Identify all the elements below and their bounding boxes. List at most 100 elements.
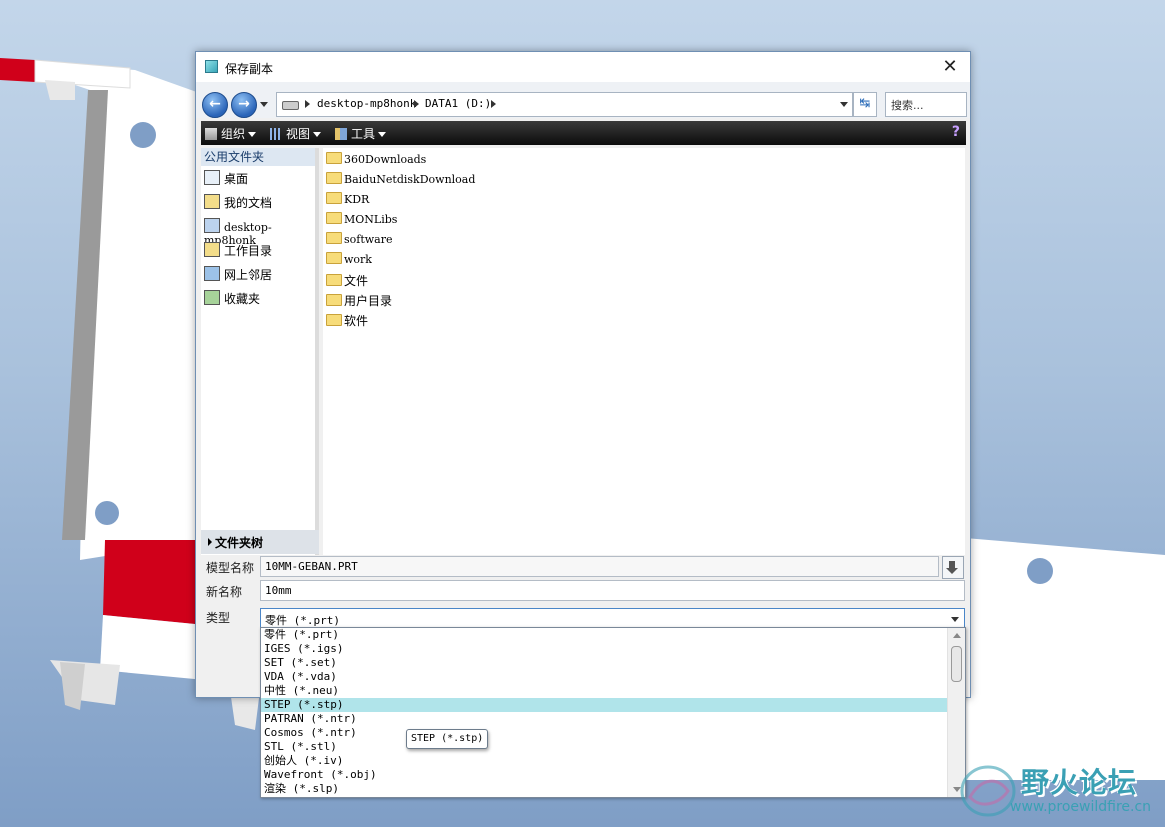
folder-icon [326, 314, 342, 326]
views-menu[interactable]: 视图 [270, 125, 322, 142]
organize-icon [205, 128, 217, 140]
chevron-right-icon [414, 100, 419, 108]
folder-icon [326, 192, 342, 204]
search-input[interactable]: 搜索... [885, 92, 967, 117]
type-dropdown-list: 零件 (*.prt) IGES (*.igs) SET (*.set) VDA … [260, 627, 966, 798]
type-option[interactable]: IGES (*.igs) [261, 642, 948, 656]
forward-arrow-icon[interactable]: → [231, 92, 257, 118]
dialog-titlebar: 保存副本 ✕ [196, 52, 970, 82]
chevron-down-icon [248, 132, 257, 137]
folder-item[interactable]: work [326, 252, 372, 266]
type-select-value: 零件 (*.prt) [265, 614, 340, 627]
folder-icon [326, 252, 342, 264]
sidebar-scrollbar[interactable] [315, 148, 319, 555]
folder-item[interactable]: 360Downloads [326, 152, 426, 166]
address-bar[interactable]: desktop-mp8honk DATA1 (D:) [276, 92, 853, 117]
new-name-input[interactable]: 10mm [260, 580, 965, 601]
breadcrumb-drive[interactable]: DATA1 (D:) [425, 97, 491, 110]
watermark-title: 野火论坛 [1021, 766, 1138, 799]
views-label: 视图 [286, 127, 311, 141]
sidebar-item-working-dir[interactable]: 工作目录 [204, 242, 272, 259]
type-option-selected[interactable]: STEP (*.stp) [261, 698, 948, 712]
chevron-down-icon [313, 132, 322, 137]
type-option[interactable]: 创始人 (*.iv) [261, 754, 948, 768]
organize-label: 组织 [221, 127, 246, 141]
folder-item[interactable]: KDR [326, 192, 369, 206]
type-option[interactable]: 零件 (*.prt) [261, 628, 948, 642]
folder-name: work [344, 253, 372, 266]
type-option[interactable]: PATRAN (*.ntr) [261, 712, 948, 726]
folder-name: 360Downloads [344, 153, 427, 166]
folder-tree-label: 文件夹树 [215, 536, 264, 550]
scroll-up-icon[interactable] [953, 633, 961, 638]
type-option[interactable]: Wavefront (*.obj) [261, 768, 948, 782]
working-dir-icon [204, 242, 220, 257]
folder-name: BaiduNetdiskDownload [344, 173, 476, 186]
new-name-label: 新名称 [206, 585, 243, 599]
tooltip-text: STEP (*.stp) [411, 733, 484, 744]
tools-icon [335, 128, 347, 140]
new-name-value: 10mm [265, 584, 292, 597]
chevron-down-icon[interactable] [840, 102, 848, 107]
help-icon[interactable]: ? [952, 124, 960, 140]
close-icon[interactable]: ✕ [938, 55, 962, 79]
back-arrow-icon[interactable]: ← [202, 92, 228, 118]
sidebar-item-label: 我的文档 [224, 196, 273, 210]
sidebar-item-label: 工作目录 [224, 244, 273, 258]
folder-item[interactable]: software [326, 232, 393, 246]
search-placeholder: 搜索... [891, 99, 924, 112]
folder-name: KDR [344, 193, 370, 206]
sidebar-item-favorites[interactable]: 收藏夹 [204, 290, 260, 307]
chevron-right-icon [491, 100, 496, 108]
folder-item[interactable]: MONLibs [326, 212, 397, 226]
folder-name: 软件 [344, 314, 369, 328]
file-list: 360Downloads BaiduNetdiskDownload KDR MO… [323, 148, 965, 555]
chevron-down-icon [951, 617, 959, 622]
folder-icon [326, 152, 342, 164]
sidebar-item-desktop[interactable]: 桌面 [204, 170, 248, 187]
scroll-thumb[interactable] [951, 646, 962, 682]
type-option[interactable]: Cosmos (*.ntr) [261, 726, 948, 740]
network-icon [204, 266, 220, 281]
model-name-field: 10MM-GEBAN.PRT [260, 556, 939, 577]
folder-item[interactable]: 用户目录 [326, 292, 392, 309]
type-option[interactable]: 渲染 (*.slp) [261, 782, 948, 796]
history-dropdown-icon[interactable] [260, 102, 268, 107]
folder-icon [326, 212, 342, 224]
sidebar-item-documents[interactable]: 我的文档 [204, 194, 272, 211]
type-option[interactable]: 中性 (*.neu) [261, 684, 948, 698]
folder-item[interactable]: BaiduNetdiskDownload [326, 172, 475, 186]
common-folders-panel: 公用文件夹 桌面 我的文档 desktop-mp8honk 工作目录 网上邻居 … [201, 148, 319, 555]
organize-menu[interactable]: 组织 [205, 125, 257, 142]
breadcrumb-computer[interactable]: desktop-mp8honk [317, 97, 416, 110]
favorites-icon [204, 290, 220, 305]
folder-name: software [344, 233, 393, 246]
chevron-down-icon [378, 132, 387, 137]
sidebar-item-label: 网上邻居 [224, 268, 273, 282]
chevron-right-icon [208, 538, 212, 546]
dialog-toolbar: 组织 视图 工具 ? [201, 121, 966, 145]
folder-item[interactable]: 文件 [326, 272, 368, 289]
common-folders-header: 公用文件夹 [201, 148, 319, 166]
desktop-icon [204, 170, 220, 185]
folder-tree-toggle[interactable]: 文件夹树 [201, 530, 319, 554]
type-option[interactable]: STL (*.stl) [261, 740, 948, 754]
folder-item[interactable]: 软件 [326, 312, 368, 329]
navigation-bar: ← → desktop-mp8honk DATA1 (D:) ↹ 搜索... [196, 82, 970, 118]
tools-menu[interactable]: 工具 [335, 125, 387, 142]
views-icon [270, 128, 282, 140]
refresh-icon[interactable]: ↹ [853, 92, 877, 117]
folder-icon [326, 232, 342, 244]
type-option[interactable]: SET (*.set) [261, 656, 948, 670]
app-icon [205, 60, 218, 73]
tools-label: 工具 [351, 127, 376, 141]
watermark: 野火论坛 www.proewildfire.cn [958, 755, 1165, 827]
computer-icon [204, 218, 220, 233]
type-option[interactable]: VDA (*.vda) [261, 670, 948, 684]
pick-model-icon[interactable] [942, 556, 964, 579]
sidebar-item-network[interactable]: 网上邻居 [204, 266, 272, 283]
sidebar-item-label: 收藏夹 [224, 292, 261, 306]
model-name-label: 模型名称 [206, 561, 255, 575]
folder-icon [326, 172, 342, 184]
type-select[interactable]: 零件 (*.prt) [260, 608, 965, 629]
